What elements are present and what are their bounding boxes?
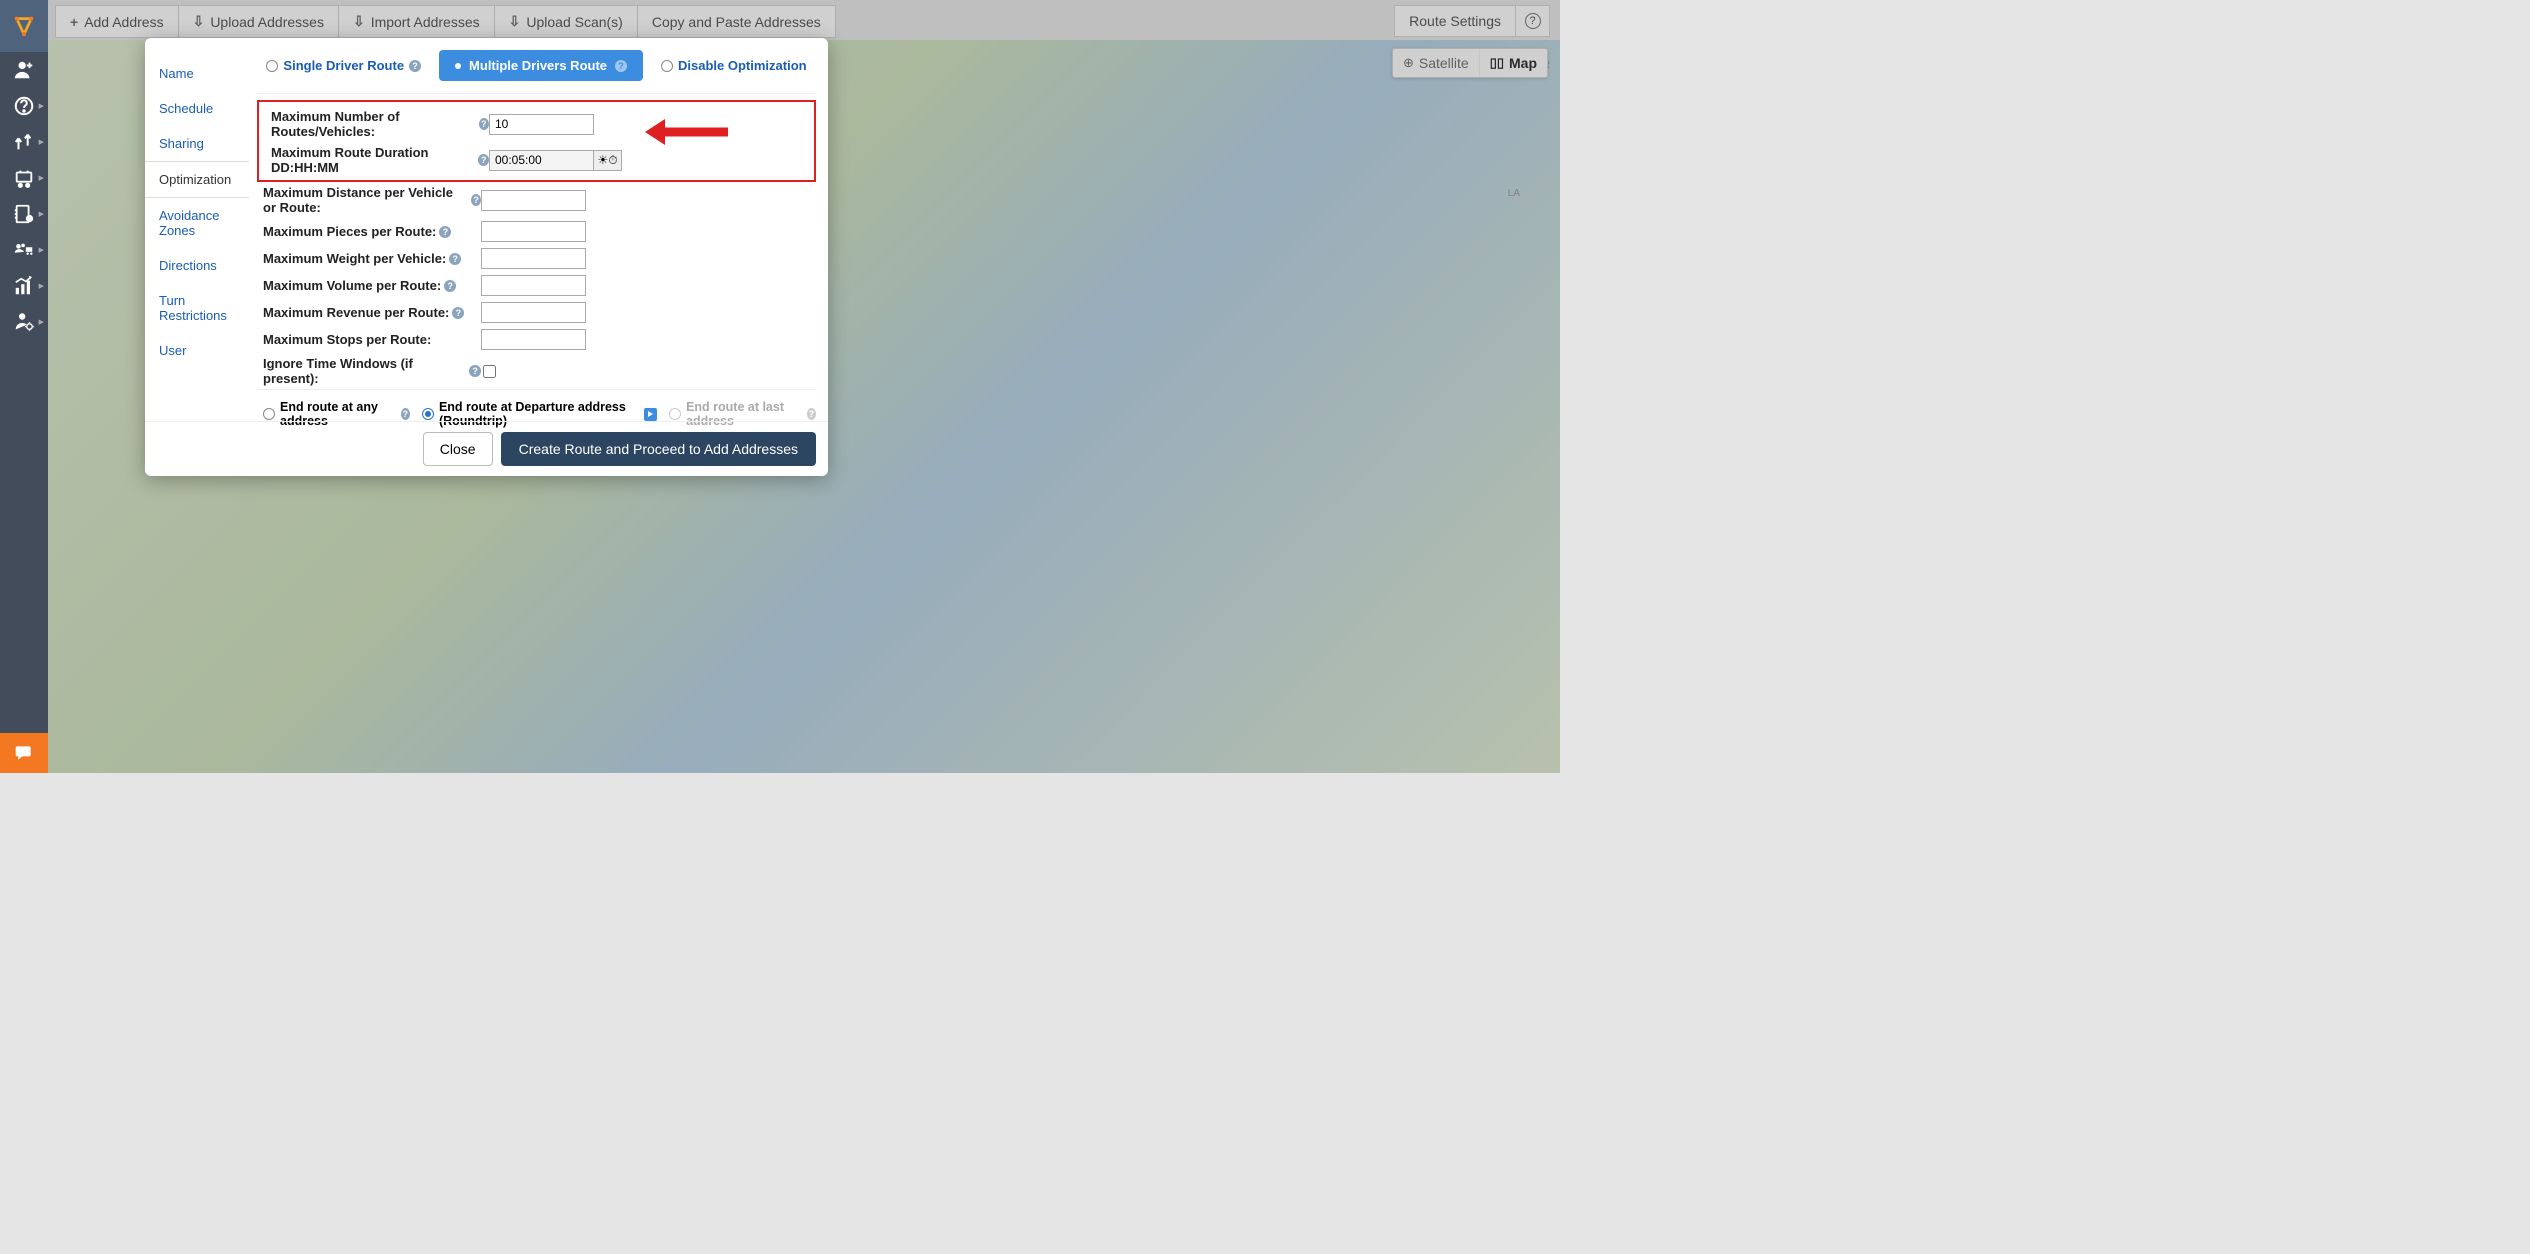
chevron-right-icon: ▶ (39, 282, 44, 290)
help-icon[interactable]: ? (479, 118, 489, 130)
single-driver-label: Single Driver Route (283, 58, 404, 73)
max-duration-input[interactable] (489, 150, 594, 171)
radio-icon (263, 408, 275, 420)
chevron-right-icon: ▶ (39, 138, 44, 146)
max-duration-label: Maximum Route Duration DD:HH:MM ? (271, 145, 489, 175)
max-routes-label: Maximum Number of Routes/Vehicles: ? (271, 109, 489, 139)
route-type-selector: Single Driver Route ? Multiple Drivers R… (257, 50, 816, 94)
help-icon[interactable]: ? (469, 365, 481, 377)
tab-turn-restrictions[interactable]: Turn Restrictions (145, 283, 249, 333)
chevron-right-icon: ▶ (39, 210, 44, 218)
chevron-right-icon: ▶ (39, 318, 44, 326)
max-distance-label: Maximum Distance per Vehicle or Route: ? (263, 185, 481, 215)
play-icon[interactable] (644, 408, 657, 421)
chat-button[interactable] (0, 733, 48, 773)
disable-optimization-radio[interactable]: Disable Optimization (661, 58, 807, 73)
sidebar-routes[interactable]: ▶ (0, 124, 48, 160)
close-button[interactable]: Close (423, 432, 493, 466)
help-icon[interactable]: ? (471, 194, 481, 206)
help-icon: ? (807, 408, 816, 420)
routes-icon (13, 131, 35, 153)
book-pin-icon (13, 203, 35, 225)
max-pieces-input[interactable] (481, 221, 586, 242)
person-plus-icon (13, 59, 35, 81)
tab-schedule[interactable]: Schedule (145, 91, 249, 126)
help-icon[interactable]: ? (401, 408, 410, 420)
annotation-arrow (640, 114, 730, 155)
tab-avoidance-zones[interactable]: Avoidance Zones (145, 198, 249, 248)
max-revenue-input[interactable] (481, 302, 586, 323)
tab-name[interactable]: Name (145, 56, 249, 91)
clock-sun-icon: ☀⏱ (597, 153, 617, 168)
help-icon[interactable]: ? (452, 307, 464, 319)
max-pieces-label: Maximum Pieces per Route: ? (263, 224, 481, 239)
max-weight-label: Maximum Weight per Vehicle: ? (263, 251, 481, 266)
help-icon[interactable]: ? (449, 253, 461, 265)
sidebar-analytics[interactable]: ▶ (0, 268, 48, 304)
ignore-time-windows-checkbox[interactable] (483, 365, 496, 378)
max-routes-input[interactable] (489, 114, 594, 135)
chat-icon (14, 743, 34, 763)
chart-arrow-icon (13, 275, 35, 297)
modal-footer: Close Create Route and Proceed to Add Ad… (145, 421, 828, 476)
radio-icon (266, 60, 278, 72)
max-volume-label: Maximum Volume per Route: ? (263, 278, 481, 293)
app-logo[interactable] (0, 0, 48, 52)
tab-user[interactable]: User (145, 333, 249, 368)
max-volume-input[interactable] (481, 275, 586, 296)
modal-tab-list: Name Schedule Sharing Optimization Avoid… (145, 38, 249, 421)
sidebar-add-user[interactable] (0, 52, 48, 88)
radio-icon (422, 408, 434, 420)
help-icon[interactable]: ? (444, 280, 456, 292)
route-logo-icon (13, 15, 35, 37)
multiple-drivers-button[interactable]: Multiple Drivers Route ? (439, 50, 643, 81)
chevron-right-icon: ▶ (39, 246, 44, 254)
help-icon[interactable]: ? (409, 60, 421, 72)
team-truck-icon (13, 239, 35, 261)
modal-main-panel: Single Driver Route ? Multiple Drivers R… (249, 38, 828, 421)
max-weight-input[interactable] (481, 248, 586, 269)
radio-icon (661, 60, 673, 72)
help-icon[interactable]: ? (478, 154, 489, 166)
optimization-settings-modal: Name Schedule Sharing Optimization Avoid… (145, 38, 828, 476)
disable-optimization-label: Disable Optimization (678, 58, 807, 73)
create-route-button[interactable]: Create Route and Proceed to Add Addresse… (501, 432, 816, 466)
radio-dot-icon (455, 63, 461, 69)
multiple-drivers-label: Multiple Drivers Route (469, 58, 607, 73)
tab-sharing[interactable]: Sharing (145, 126, 249, 161)
max-stops-input[interactable] (481, 329, 586, 350)
sidebar-orders[interactable]: ▶ (0, 160, 48, 196)
max-distance-input[interactable] (481, 190, 586, 211)
tab-directions[interactable]: Directions (145, 248, 249, 283)
radio-icon (669, 408, 681, 420)
sidebar-settings-user[interactable]: ▶ (0, 304, 48, 340)
chevron-right-icon: ▶ (39, 174, 44, 182)
question-circle-icon (13, 95, 35, 117)
sidebar-help[interactable]: ▶ (0, 88, 48, 124)
sidebar-team[interactable]: ▶ (0, 232, 48, 268)
highlighted-fields-group: Maximum Number of Routes/Vehicles: ? Max… (257, 100, 816, 182)
app-sidebar: ▶ ▶ ▶ ▶ ▶ ▶ ▶ (0, 0, 48, 773)
max-revenue-label: Maximum Revenue per Route: ? (263, 305, 481, 320)
max-stops-label: Maximum Stops per Route: (263, 332, 481, 347)
tab-optimization[interactable]: Optimization (145, 161, 249, 198)
ignore-time-windows-label: Ignore Time Windows (if present): ? (263, 356, 481, 386)
single-driver-radio[interactable]: Single Driver Route ? (266, 58, 421, 73)
chevron-right-icon: ▶ (39, 102, 44, 110)
sidebar-address-book[interactable]: ▶ (0, 196, 48, 232)
help-icon[interactable]: ? (439, 226, 451, 238)
person-gear-icon (13, 311, 35, 333)
duration-picker-button[interactable]: ☀⏱ (594, 150, 622, 171)
cart-icon (13, 167, 35, 189)
help-icon[interactable]: ? (615, 60, 627, 72)
